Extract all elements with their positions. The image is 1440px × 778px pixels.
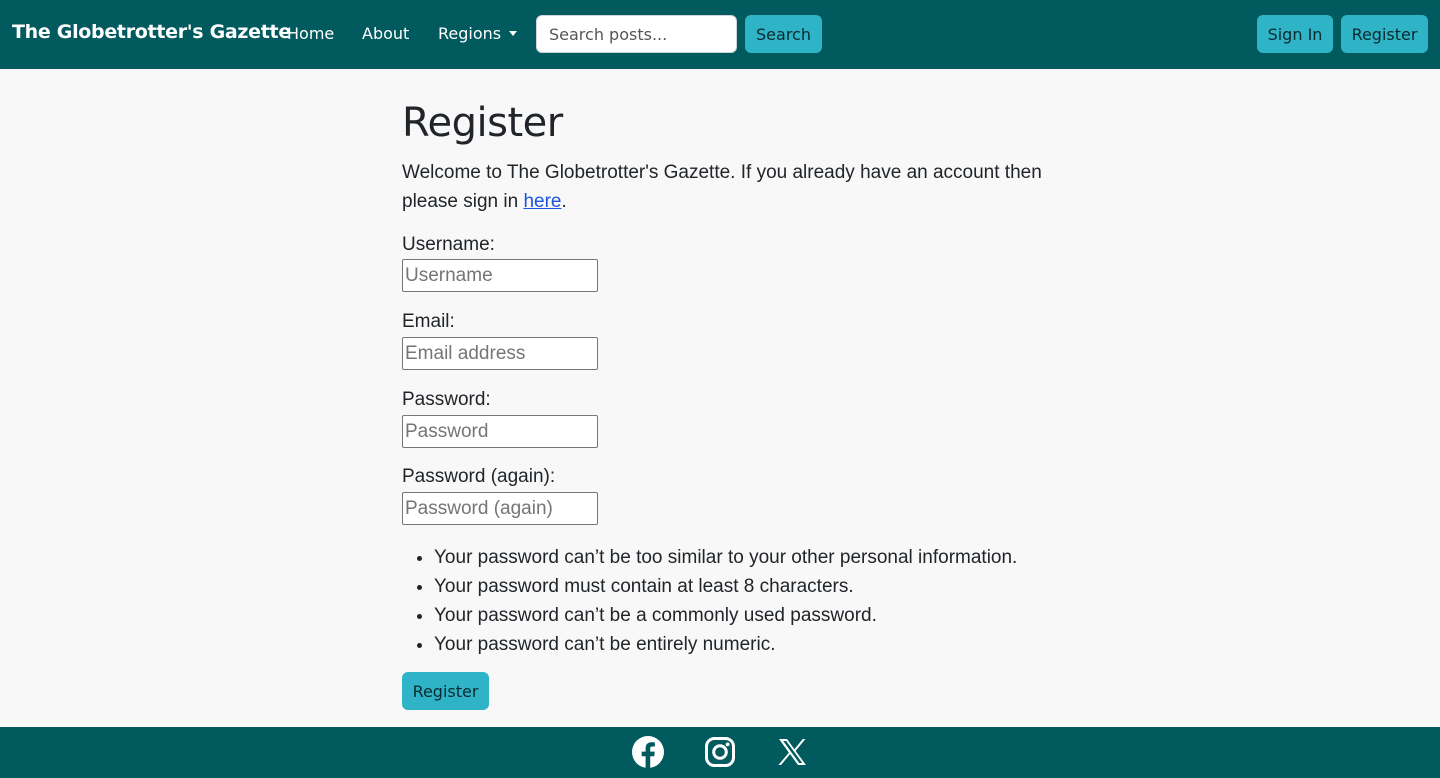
nav-about-link[interactable]: About — [362, 24, 409, 43]
nav-home-link[interactable]: Home — [287, 24, 334, 43]
intro-sentence: Welcome to The Globetrotter's Gazette. I… — [402, 162, 1042, 212]
email-field[interactable] — [402, 337, 598, 370]
instagram-icon[interactable] — [703, 735, 737, 769]
nav-regions-dropdown[interactable]: Regions — [438, 24, 518, 43]
password-again-field[interactable] — [402, 492, 598, 525]
list-item: Your password can’t be entirely numeric. — [434, 630, 1054, 659]
x-twitter-icon[interactable] — [775, 735, 809, 769]
search-button[interactable]: Search — [745, 15, 822, 53]
nav-regions-label: Regions — [438, 24, 502, 43]
password-field[interactable] — [402, 415, 598, 448]
search-input[interactable] — [536, 15, 737, 53]
list-item: Your password must contain at least 8 ch… — [434, 572, 1054, 601]
username-label: Username: — [402, 234, 495, 255]
list-item: Your password can’t be too similar to yo… — [434, 543, 1054, 572]
facebook-icon[interactable] — [631, 735, 665, 769]
navbar: The Globetrotter's Gazette Home About Re… — [0, 0, 1440, 69]
intro-text: Welcome to The Globetrotter's Gazette. I… — [402, 158, 1042, 216]
sign-in-button[interactable]: Sign In — [1257, 15, 1333, 53]
sign-in-here-link[interactable]: here — [523, 191, 561, 212]
brand-link[interactable]: The Globetrotter's Gazette — [12, 21, 291, 43]
footer — [0, 727, 1440, 778]
page-title: Register — [402, 100, 563, 146]
password-label: Password: — [402, 389, 491, 410]
username-field[interactable] — [402, 259, 598, 292]
password-again-label: Password (again): — [402, 466, 556, 487]
list-item: Your password can’t be a commonly used p… — [434, 601, 1054, 630]
register-submit-button[interactable]: Register — [402, 672, 489, 710]
register-nav-button[interactable]: Register — [1341, 15, 1428, 53]
chevron-down-icon — [509, 31, 518, 36]
email-label: Email: — [402, 311, 455, 332]
intro-period: . — [561, 191, 567, 212]
password-rules-list: Your password can’t be too similar to yo… — [434, 543, 1054, 659]
